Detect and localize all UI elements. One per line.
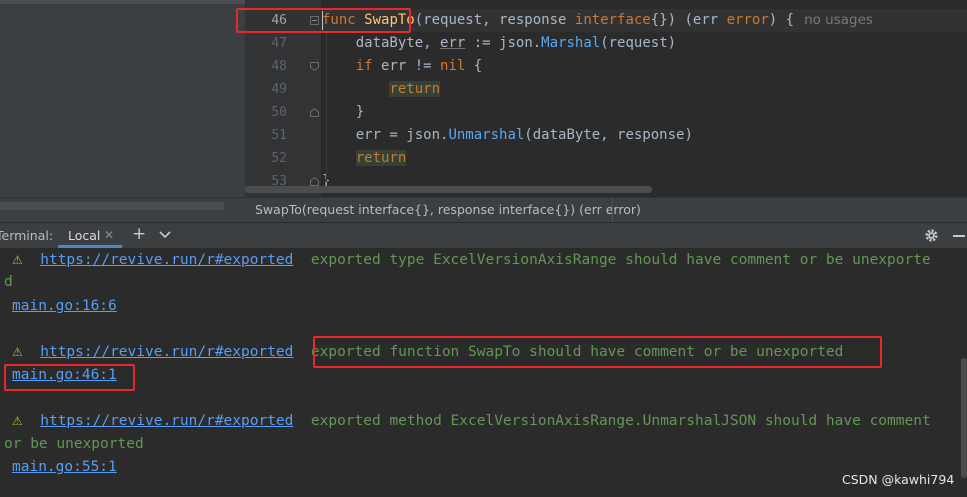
close-icon[interactable]: ✕ [104,228,114,242]
code-text: err = json.Unmarshal(dataByte, response) [355,127,693,143]
rule-link[interactable]: https://revive.run/r#exported [40,344,293,360]
lint-warning-line: ⚠ https://revive.run/r#exported exported… [12,410,931,432]
file-location-link[interactable]: main.go:55:1 [12,456,117,478]
code-text: dataByte, err := json.Marshal(request) [355,35,677,51]
lint-message-continued: d [4,274,13,290]
code-text: if err != nil { [355,58,483,74]
rule-link[interactable]: https://revive.run/r#exported [40,413,293,429]
breadcrumb-bar: SwapTo(request interface{}, response int… [0,197,967,222]
lint-message: exported type ExcelVersionAxisRange shou… [310,252,931,268]
watermark: CSDN @kawhi794 [842,472,955,487]
add-tab-button[interactable]: + [132,226,146,243]
lint-message: exported method ExcelVersionAxisRange.Un… [310,413,931,429]
indent-guide [326,32,327,182]
line-number: 52 [271,151,287,166]
terminal-output[interactable]: ⚠ https://revive.run/r#exported exported… [0,248,967,497]
vertical-scrollbar[interactable] [961,358,967,478]
code-line-50: 50 } [245,101,967,124]
code-line-51: 51 err = json.Unmarshal(dataByte, respon… [245,124,967,147]
chevron-down-icon[interactable] [159,230,171,240]
horizontal-scrollbar[interactable] [245,186,652,193]
annotation-box-file-location [4,364,135,391]
terminal-title: Terminal: [0,228,54,243]
lint-warning-line: ⚠ https://revive.run/r#exported exported… [12,249,931,271]
tab-local[interactable]: Local ✕ [58,223,122,248]
tab-label: Local [68,228,101,243]
lint-message-continued: or be unexported [4,436,144,452]
line-number: 47 [271,36,287,51]
code-text: } [355,104,365,120]
code-line-52: 52 return [245,147,967,170]
minimize-icon[interactable] [953,235,965,237]
code-text: return [389,81,441,97]
line-number: 51 [271,128,287,143]
breadcrumb-divider [612,198,613,222]
line-number: 49 [271,82,287,97]
file-location-link[interactable]: main.go:16:6 [12,295,117,317]
line-number: 48 [271,59,287,74]
rule-link[interactable]: https://revive.run/r#exported [40,252,293,268]
annotation-box-warning-message [313,336,882,368]
gear-icon[interactable] [924,228,939,243]
project-panel-edge [0,198,245,222]
annotation-box-function-name [236,8,411,33]
code-line-49: 49 return [245,78,967,101]
project-panel-edge [0,0,245,197]
code-text: return [355,150,407,166]
terminal-toolbar: Terminal: Local ✕ + [0,222,967,248]
warning-icon: ⚠ [12,253,23,267]
fold-toggle-icon[interactable] [310,62,319,71]
code-line-47: 47 dataByte, err := json.Marshal(request… [245,32,967,55]
warning-icon: ⚠ [12,345,23,359]
lightbulb-icon[interactable] [331,0,341,2]
fold-toggle-icon[interactable] [310,108,319,117]
usages-hint: no usages [804,12,873,28]
line-number: 50 [271,105,287,120]
warning-icon: ⚠ [12,414,23,428]
breadcrumb[interactable]: SwapTo(request interface{}, response int… [255,202,641,217]
fold-toggle-icon[interactable] [310,177,319,186]
code-line-48: 48 if err != nil { [245,55,967,78]
